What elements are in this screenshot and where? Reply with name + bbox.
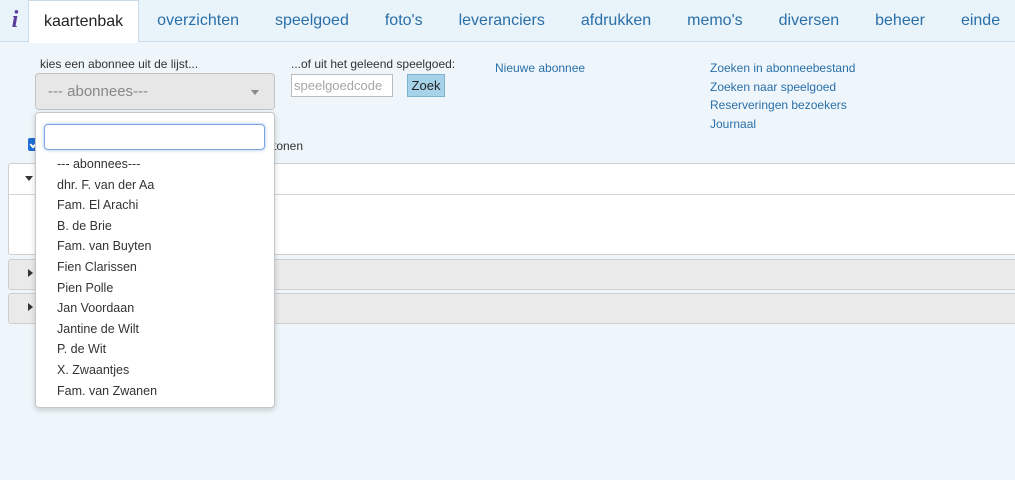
choose-subscriber-label: kies een abonnee uit de lijst... [40, 57, 199, 71]
show-checkbox-label: tonen [273, 139, 304, 153]
tab-speelgoed[interactable]: speelgoed [257, 0, 367, 42]
subscriber-select[interactable]: --- abonnees--- [35, 73, 275, 110]
list-item[interactable]: --- abonnees--- [36, 154, 274, 175]
list-item[interactable]: dhr. F. van der Aa [36, 175, 274, 196]
app-logo-icon: i [11, 7, 19, 33]
tab-leveranciers[interactable]: leveranciers [441, 0, 563, 42]
list-item[interactable]: Pien Polle [36, 278, 274, 299]
list-item[interactable]: X. Zwaantjes [36, 360, 274, 381]
caret-down-icon [25, 176, 33, 181]
dropdown-search-input[interactable] [44, 124, 265, 150]
caret-right-icon [28, 303, 33, 311]
borrowed-toy-label: ...of uit het geleend speelgoed: [291, 57, 456, 71]
main-tabs: kaartenbak overzichten speelgoed foto's … [28, 0, 1015, 43]
list-item[interactable]: Fam. El Arachi [36, 195, 274, 216]
subscriber-dropdown: --- abonnees--- dhr. F. van der Aa Fam. … [35, 112, 275, 408]
toy-code-input[interactable] [291, 74, 393, 97]
list-item[interactable]: B. de Brie [36, 216, 274, 237]
tab-beheer[interactable]: beheer [857, 0, 943, 42]
tab-afdrukken[interactable]: afdrukken [563, 0, 669, 42]
list-item[interactable]: Fam. van Buyten [36, 236, 274, 257]
search-button[interactable]: Zoek [407, 74, 445, 97]
caret-right-icon [28, 269, 33, 277]
tab-memos[interactable]: memo's [669, 0, 761, 42]
chevron-down-icon [251, 90, 259, 95]
tab-fotos[interactable]: foto's [367, 0, 441, 42]
tab-kaartenbak[interactable]: kaartenbak [28, 0, 140, 43]
search-toys-link[interactable]: Zoeken naar speelgoed [710, 80, 836, 94]
journal-link[interactable]: Journaal [710, 117, 756, 131]
search-subscribers-link[interactable]: Zoeken in abonneebestand [710, 61, 855, 75]
subscriber-select-value: --- abonnees--- [48, 83, 149, 100]
visitor-reservations-link[interactable]: Reserveringen bezoekers [710, 98, 847, 112]
tab-einde[interactable]: einde [943, 0, 1015, 42]
list-item[interactable]: Jan Voordaan [36, 298, 274, 319]
list-item[interactable]: Fam. van Zwanen [36, 381, 274, 402]
list-item[interactable]: Fien Clarissen [36, 257, 274, 278]
tab-diversen[interactable]: diversen [761, 0, 857, 42]
list-item[interactable]: Jantine de Wilt [36, 319, 274, 340]
tab-overzichten[interactable]: overzichten [139, 0, 257, 42]
dropdown-options: --- abonnees--- dhr. F. van der Aa Fam. … [36, 154, 274, 401]
new-subscriber-link[interactable]: Nieuwe abonnee [495, 61, 585, 75]
list-item[interactable]: P. de Wit [36, 339, 274, 360]
top-navigation: i kaartenbak overzichten speelgoed foto'… [0, 0, 1015, 43]
